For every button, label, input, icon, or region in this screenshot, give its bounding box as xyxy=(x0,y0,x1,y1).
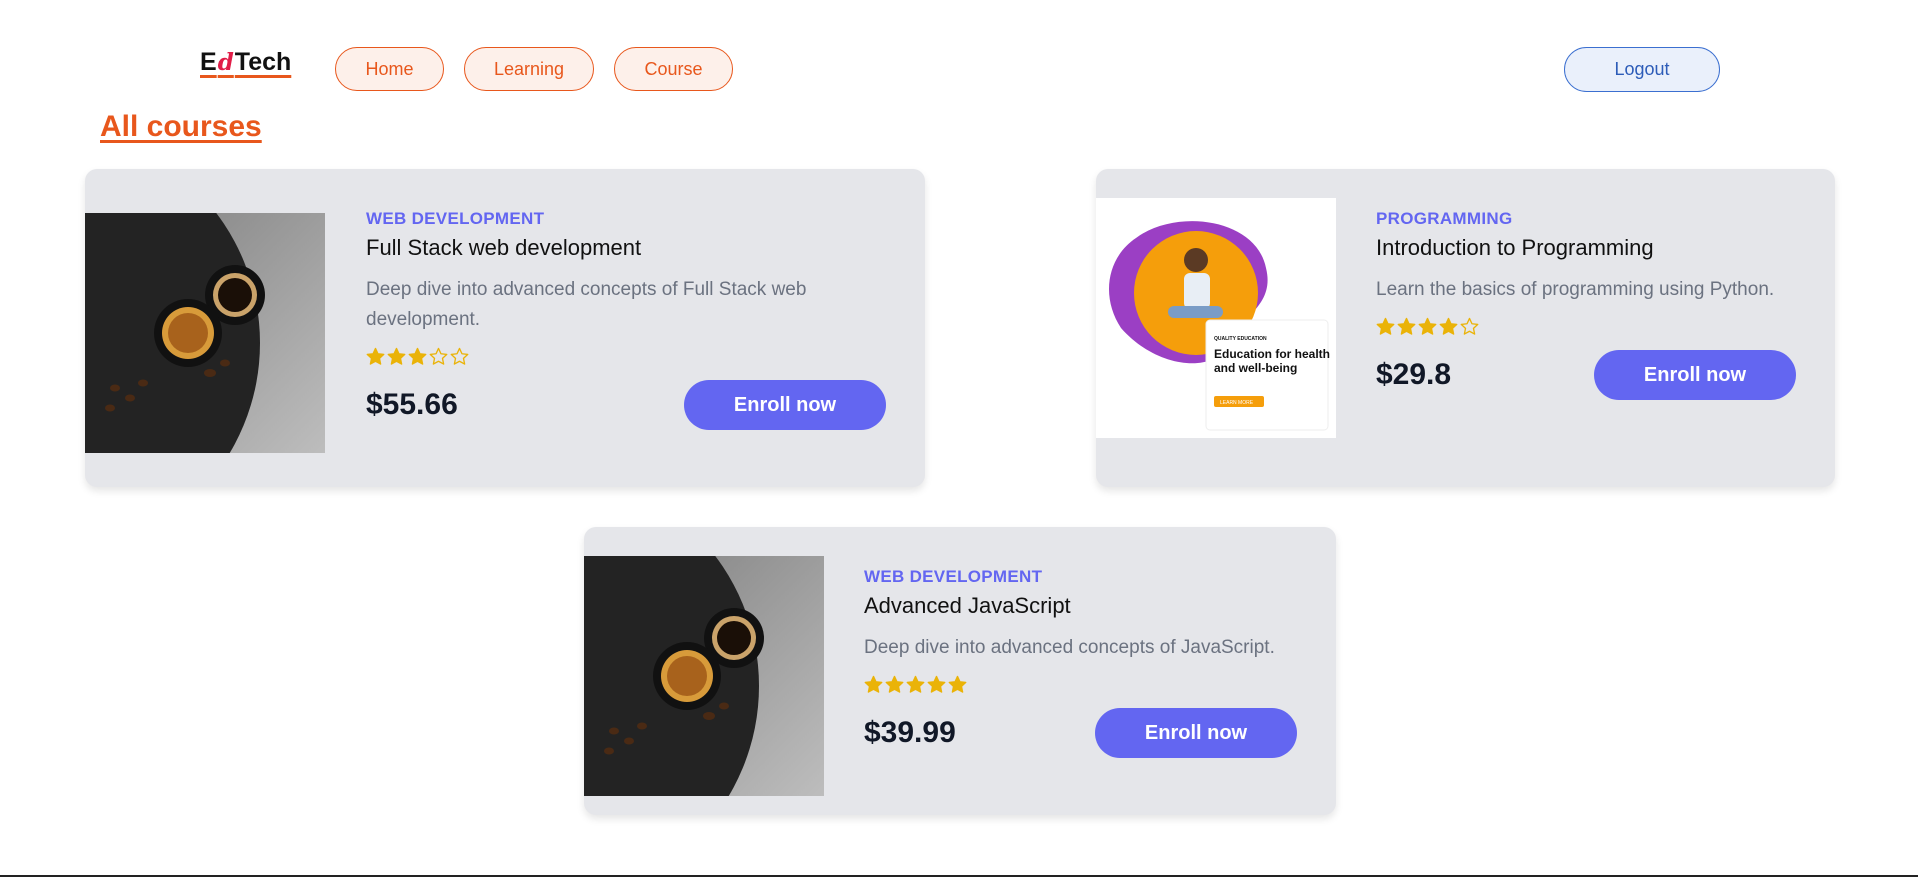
logo-text-middle: d xyxy=(217,49,234,76)
course-title[interactable]: Full Stack web development xyxy=(366,235,886,261)
rating-stars xyxy=(366,347,886,366)
logo-text-rest: Tech xyxy=(234,48,292,76)
star-filled-icon xyxy=(885,675,904,693)
enroll-button[interactable]: Enroll now xyxy=(684,380,886,430)
course-price: $39.99 xyxy=(864,716,956,749)
page-title[interactable]: All courses xyxy=(100,110,262,144)
course-category: PROGRAMMING xyxy=(1376,209,1513,228)
rating-stars xyxy=(1376,317,1796,336)
poster-kicker: QUALITY EDUCATION xyxy=(1214,336,1267,342)
logo-text-first: E xyxy=(200,48,217,76)
course-card: WEB DEVELOPMENT Full Stack web developme… xyxy=(85,169,925,487)
star-filled-icon xyxy=(906,675,925,693)
logout-button[interactable]: Logout xyxy=(1564,47,1720,92)
star-filled-icon xyxy=(366,347,385,365)
star-empty-icon xyxy=(1460,317,1479,335)
rating-stars xyxy=(864,675,1297,694)
course-description: Learn the basics of programming using Py… xyxy=(1376,279,1775,300)
star-filled-icon xyxy=(1418,317,1437,335)
nav-home-button[interactable]: Home xyxy=(335,47,444,91)
price-row: $29.8 Enroll now xyxy=(1376,350,1796,400)
star-filled-icon xyxy=(927,675,946,693)
nav-learning-button[interactable]: Learning xyxy=(464,47,594,91)
star-filled-icon xyxy=(1439,317,1458,335)
enroll-button[interactable]: Enroll now xyxy=(1594,350,1796,400)
star-filled-icon xyxy=(1397,317,1416,335)
course-image-education-poster: QUALITY EDUCATION Education for health a… xyxy=(1096,198,1336,438)
course-info: WEB DEVELOPMENT Advanced JavaScript Deep… xyxy=(864,567,1297,758)
course-info: WEB DEVELOPMENT Full Stack web developme… xyxy=(366,209,886,430)
poster-button: LEARN MORE xyxy=(1220,400,1254,406)
course-title[interactable]: Advanced JavaScript xyxy=(864,593,1297,619)
star-filled-icon xyxy=(387,347,406,365)
course-description: Deep dive into advanced concepts of Full… xyxy=(366,279,807,330)
logo[interactable]: Ed Tech xyxy=(200,48,291,77)
course-image-coffee xyxy=(584,556,824,796)
enroll-button[interactable]: Enroll now xyxy=(1095,708,1297,758)
star-filled-icon xyxy=(1376,317,1395,335)
course-description: Deep dive into advanced concepts of Java… xyxy=(864,637,1275,658)
star-filled-icon xyxy=(864,675,883,693)
star-filled-icon xyxy=(408,347,427,365)
course-price: $29.8 xyxy=(1376,358,1452,391)
course-image-coffee xyxy=(85,213,325,453)
course-info: PROGRAMMING Introduction to Programming … xyxy=(1376,209,1796,400)
course-category: WEB DEVELOPMENT xyxy=(366,209,545,228)
star-empty-icon xyxy=(429,347,448,365)
star-filled-icon xyxy=(948,675,967,693)
course-title[interactable]: Introduction to Programming xyxy=(1376,235,1796,261)
price-row: $55.66 Enroll now xyxy=(366,380,886,430)
nav-course-button[interactable]: Course xyxy=(614,47,733,91)
course-card: QUALITY EDUCATION Education for health a… xyxy=(1096,169,1835,487)
course-price: $55.66 xyxy=(366,388,458,421)
price-row: $39.99 Enroll now xyxy=(864,708,1297,758)
course-category: WEB DEVELOPMENT xyxy=(864,567,1043,586)
course-card: WEB DEVELOPMENT Advanced JavaScript Deep… xyxy=(584,527,1336,815)
star-empty-icon xyxy=(450,347,469,365)
